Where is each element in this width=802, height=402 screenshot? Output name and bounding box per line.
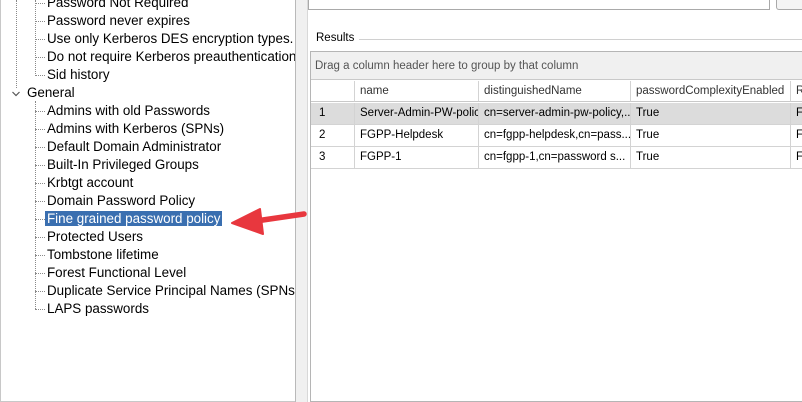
tree-item-label: Sid history [47,67,110,82]
tree-connector-root [16,0,17,88]
tree-connector [35,129,45,130]
results-pane: Results Drag a column header here to gro… [308,0,802,402]
cell-distinguishedname[interactable]: cn=server-admin-pw-policy,... [479,103,631,125]
row-number: 1 [311,103,355,125]
tree-item-label: Use only Kerberos DES encryption types. [47,31,294,46]
table-row[interactable]: 2 FGPP-Helpdesk cn=fgpp-helpdesk,cn=pass… [311,125,802,147]
red-arrow-icon [228,204,308,236]
cell-r[interactable]: Fa [791,103,802,125]
tree-connector [35,291,45,292]
splitter[interactable] [295,0,308,402]
tree-connector [35,237,45,238]
cell-passwordcomplexity[interactable]: True [631,103,791,125]
cell-distinguishedname[interactable]: cn=fgpp-helpdesk,cn=pass... [479,125,631,147]
tree-item-label: Protected Users [47,229,144,244]
tree-connector-general [35,101,36,309]
cell-name[interactable]: Server-Admin-PW-policy [355,103,479,125]
tree-item-laps[interactable]: LAPS passwords [47,300,149,318]
tree-item-protected-users[interactable]: Protected Users [47,228,143,246]
tree-item-admins-old-passwords[interactable]: Admins with old Passwords [47,102,210,120]
tree-item-label: Forest Functional Level [47,265,187,280]
tree-connector [35,147,45,148]
tree-item-label: Password never expires [47,13,190,28]
group-by-panel[interactable]: Drag a column header here to group by th… [311,52,802,80]
tree-item-builtin-groups[interactable]: Built-In Privileged Groups [47,156,199,174]
tree-item-label: LAPS passwords [47,301,149,316]
row-number: 3 [311,147,355,169]
cell-passwordcomplexity[interactable]: True [631,147,791,169]
tree-item-label: Duplicate Service Principal Names (SPNs [47,283,295,298]
column-header-distinguishedname[interactable]: distinguishedName [479,81,631,102]
tree-item-label: Password Not Required [47,0,189,10]
tree-item-label: Admins with old Passwords [47,103,210,118]
cell-passwordcomplexity[interactable]: True [631,125,791,147]
results-label: Results [315,32,356,44]
tree-connector [35,273,45,274]
table-row[interactable]: 3 FGPP-1 cn=fgpp-1,cn=password s... True… [311,147,802,169]
tree-item-tombstone-lifetime[interactable]: Tombstone lifetime [47,246,159,264]
tree-group-general[interactable]: General [27,84,75,102]
tree-connector [35,309,45,310]
tree-item-admins-kerberos[interactable]: Admins with Kerberos (SPNs) [47,120,224,138]
results-grid[interactable]: Drag a column header here to group by th… [310,51,802,402]
tree-connector [35,75,45,76]
tree-item-label: Do not require Kerberos preauthenticatio… [47,49,295,64]
tree-item-password-not-required[interactable]: Password Not Required [47,0,188,12]
tree-connector [35,21,45,22]
tree-item-domain-password-policy[interactable]: Domain Password Policy [47,192,195,210]
tree-connector-top [35,0,36,74]
cell-name[interactable]: FGPP-Helpdesk [355,125,479,147]
tree-item-forest-level[interactable]: Forest Functional Level [47,264,186,282]
tree-item-default-domain-admin[interactable]: Default Domain Administrator [47,138,221,156]
cell-r[interactable]: Fa [791,147,802,169]
tree-item-label: Built-In Privileged Groups [47,157,199,172]
tree-item-sid-history[interactable]: Sid history [47,66,110,84]
tree-connector [35,3,45,4]
tree-connector [35,39,45,40]
tree-item-label: Krbtgt account [47,175,134,190]
tree-item-label: Domain Password Policy [47,193,196,208]
tree-item-duplicate-spns[interactable]: Duplicate Service Principal Names (SPNs [47,282,295,300]
column-header-r[interactable]: R [791,81,802,102]
collapse-chevron-icon[interactable] [11,89,21,99]
tree-connector [35,111,45,112]
tree-connector [35,165,45,166]
table-row[interactable]: 1 Server-Admin-PW-policy cn=server-admin… [311,103,802,125]
tree-connector [35,57,45,58]
tree-group-label: General [27,85,75,100]
column-header-passwordcomplexity[interactable]: passwordComplexityEnabled [631,81,791,102]
tree-connector [35,183,45,184]
tree-connector [35,201,45,202]
tree-item-kerberos-des[interactable]: Use only Kerberos DES encryption types. [47,30,293,48]
tree-item-label: Default Domain Administrator [47,139,222,154]
tree-connector [35,255,45,256]
tree-view[interactable]: Password Not Required Password never exp… [1,0,295,401]
column-header-name[interactable]: name [355,81,479,102]
tree-item-label: Tombstone lifetime [47,247,159,262]
query-input[interactable] [308,0,770,10]
cell-distinguishedname[interactable]: cn=fgpp-1,cn=password s... [479,147,631,169]
row-number: 2 [311,125,355,147]
tree-item-no-preauth[interactable]: Do not require Kerberos preauthenticatio… [47,48,295,66]
cell-r[interactable]: Fa [791,125,802,147]
tree-item-label: Fine grained password policy [45,211,223,226]
tree-item-fine-grained-policy[interactable]: Fine grained password policy [45,210,223,228]
row-indicator-header [311,81,355,102]
tree-item-label: Admins with Kerberos (SPNs) [47,121,225,136]
query-button[interactable] [776,0,802,10]
tree-item-krbtgt[interactable]: Krbtgt account [47,174,133,192]
results-divider [359,39,802,40]
tree-connector [35,219,45,220]
cell-name[interactable]: FGPP-1 [355,147,479,169]
tree-item-password-never-expires[interactable]: Password never expires [47,12,190,30]
